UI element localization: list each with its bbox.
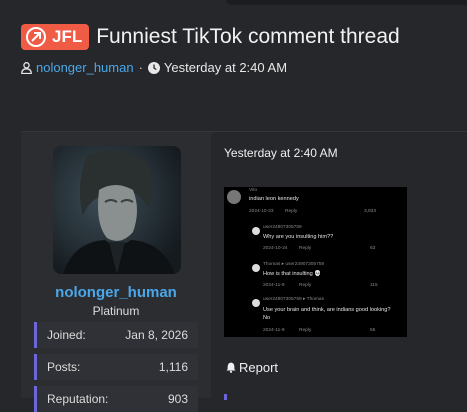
stat-value: 903	[167, 392, 188, 406]
avatar[interactable]	[53, 146, 181, 274]
thread-title-row: JFL Funniest TikTok comment thread	[21, 24, 400, 50]
thread-meta: nolonger_human · Yesterday at 2:40 AM	[21, 60, 287, 75]
avatar-image	[53, 146, 181, 274]
top-bar	[226, 0, 467, 5]
prefix-label: JFL	[52, 27, 83, 46]
post-main: Yesterday at 2:40 AM Vito indian leon ke…	[211, 132, 467, 400]
report-label: Report	[239, 360, 279, 375]
post-date[interactable]: Yesterday at 2:40 AM	[224, 146, 338, 160]
comment-user: Vito	[249, 188, 258, 193]
thread-title: Funniest TikTok comment thread	[96, 25, 400, 48]
comment-likes: 63	[370, 246, 376, 251]
comment-user: user24907305759	[263, 225, 302, 230]
comment-reply: Reply	[285, 209, 298, 214]
fire-badge-icon	[26, 27, 46, 47]
user-rank: Platinum	[92, 304, 140, 318]
stat-label: Joined:	[47, 328, 86, 342]
report-button[interactable]: Report	[226, 360, 278, 375]
user-icon	[21, 61, 32, 74]
comment-reply: Reply	[299, 283, 312, 288]
thread-date[interactable]: Yesterday at 2:40 AM	[164, 60, 287, 75]
comment-date: 2024-11-9	[263, 283, 285, 288]
comment-date: 2024-10-24	[263, 246, 288, 251]
quote-accent	[224, 394, 227, 400]
clock-icon	[147, 61, 160, 74]
comment-date: 2024-10-23	[249, 209, 274, 214]
prefix-badge[interactable]: JFL	[21, 24, 90, 50]
comment-text: indian leon kennedy	[249, 196, 299, 202]
comment-date: 2024-11-9	[263, 328, 285, 333]
meta-separator: ·	[138, 60, 143, 75]
stat-label: Posts:	[47, 360, 81, 374]
comment-user: Thomas ▸ user24907305759	[263, 262, 325, 267]
stat-value: Jan 8, 2026	[125, 328, 188, 342]
comment-text: Why are you insulting him??	[263, 234, 334, 240]
comment-likes: 3,933	[364, 209, 377, 214]
stat-label: Reputation:	[47, 392, 109, 406]
bell-icon	[226, 362, 236, 373]
attached-screenshot[interactable]: Vito indian leon kennedy 2024-10-23 Repl…	[224, 187, 407, 337]
comment-likes: 115	[370, 283, 378, 288]
comment-text: How is that insulting 💀	[263, 271, 322, 277]
commenter-avatar	[252, 299, 260, 307]
comment-user: user24907305759 ▸ Thomas	[263, 297, 324, 302]
comment-reply: Reply	[299, 328, 312, 333]
stat-posts: Posts: 1,116	[34, 354, 198, 380]
commenter-avatar	[252, 264, 260, 272]
thread-author-link[interactable]: nolonger_human	[36, 60, 134, 75]
commenter-avatar	[227, 190, 241, 204]
post-username[interactable]: nolonger_human	[21, 284, 211, 301]
post: nolonger_human Platinum Joined: Jan 8, 2…	[21, 131, 467, 412]
comment-likes: 55	[370, 328, 376, 333]
stat-value: 1,116	[158, 360, 188, 374]
comment-text: Use your brain and think, are indians go…	[263, 307, 391, 321]
post-user-sidebar: nolonger_human Platinum Joined: Jan 8, 2…	[21, 132, 211, 412]
stat-reputation: Reputation: 903	[34, 386, 198, 412]
commenter-avatar	[252, 227, 260, 235]
stat-joined: Joined: Jan 8, 2026	[34, 322, 198, 348]
comment-reply: Reply	[299, 246, 312, 251]
